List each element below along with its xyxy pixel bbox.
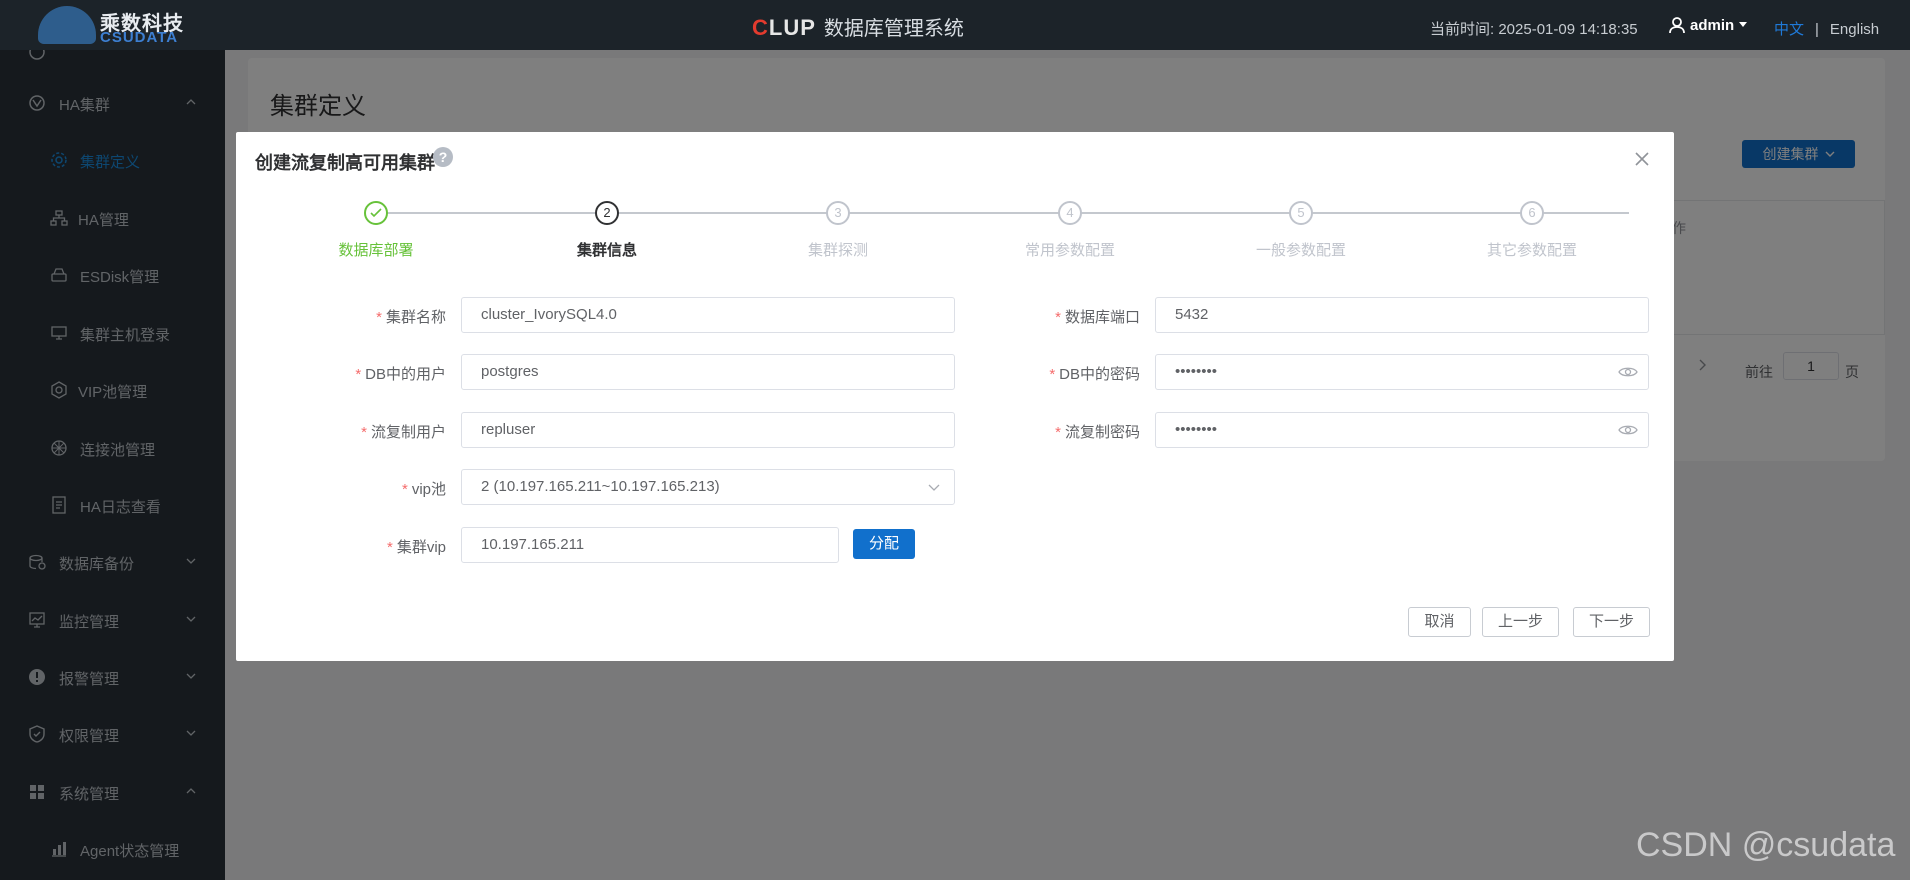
db-user-input[interactable]: postgres: [461, 354, 955, 390]
next-step-button[interactable]: 下一步: [1573, 607, 1650, 637]
watermark: CSDN @csudata: [1636, 826, 1896, 864]
step-5-label: 一般参数配置: [1255, 242, 1346, 259]
db-password-label: * DB中的密码: [1049, 366, 1140, 383]
vip-pool-value: 2 (10.197.165.211~10.197.165.213): [481, 478, 720, 495]
db-password-input[interactable]: ••••••••: [1155, 354, 1649, 390]
lang-cn[interactable]: 中文: [1774, 21, 1804, 38]
repl-user-label: * 流复制用户: [361, 424, 446, 441]
cluster-name-label: * 集群名称: [376, 309, 446, 326]
step-2-label: 集群信息: [576, 242, 637, 259]
cluster-vip-label: * 集群vip: [386, 539, 446, 556]
repl-password-value: ••••••••: [1175, 421, 1218, 438]
current-time: 当前时间: 2025-01-09 14:18:35: [1430, 21, 1638, 38]
elephant-logo-icon: [38, 6, 96, 44]
db-password-value: ••••••••: [1175, 363, 1218, 380]
db-port-input[interactable]: 5432: [1155, 297, 1649, 333]
eye-icon[interactable]: [1618, 423, 1638, 437]
step-1-check-icon: [364, 201, 388, 225]
step-5-circle: 5: [1289, 201, 1313, 225]
brand-logo: CLUP: [752, 15, 816, 40]
step-connector: [1302, 212, 1629, 214]
db-port-label: * 数据库端口: [1055, 309, 1140, 326]
cluster-vip-input[interactable]: 10.197.165.211: [461, 527, 839, 563]
app-title-text: 数据库管理系统: [823, 18, 964, 40]
user-menu[interactable]: admin: [1668, 16, 1748, 34]
repl-password-label: * 流复制密码: [1055, 424, 1140, 441]
step-3-circle: 3: [826, 201, 850, 225]
logo: 乘数科技 CSUDATA: [38, 4, 198, 46]
repl-password-input[interactable]: ••••••••: [1155, 412, 1649, 448]
step-3-label: 集群探测: [807, 242, 868, 259]
eye-icon[interactable]: [1618, 365, 1638, 379]
repl-user-input[interactable]: repluser: [461, 412, 955, 448]
logo-text-en: CSUDATA: [100, 29, 179, 46]
allocate-button[interactable]: 分配: [853, 529, 915, 559]
create-cluster-dialog: 创建流复制高可用集群 ? 2 3 4 5 6 数据库部署 集群信息 集群探测 常…: [236, 132, 1674, 661]
username: admin: [1690, 16, 1735, 34]
step-2-circle: 2: [595, 201, 619, 225]
caret-down-icon: [1739, 22, 1748, 27]
step-4-label: 常用参数配置: [1024, 242, 1115, 259]
prev-step-button[interactable]: 上一步: [1482, 607, 1559, 637]
user-icon: [1669, 17, 1685, 34]
chevron-down-icon: [928, 484, 940, 491]
app-title: CLUP 数据库管理系统: [752, 12, 964, 41]
steps-bar: 2 3 4 5 6 数据库部署 集群信息 集群探测 常用参数配置 一般参数配置 …: [236, 132, 1674, 259]
db-user-label: * DB中的用户: [355, 366, 446, 383]
top-bar: 乘数科技 CSUDATA CLUP 数据库管理系统 当前时间: 2025-01-0…: [0, 0, 1910, 50]
cluster-name-input[interactable]: cluster_IvorySQL4.0: [461, 297, 955, 333]
vip-pool-select[interactable]: 2 (10.197.165.211~10.197.165.213): [461, 469, 955, 505]
language-switch: 中文 | English: [1774, 21, 1880, 38]
step-6-circle: 6: [1520, 201, 1544, 225]
step-6-label: 其它参数配置: [1486, 242, 1577, 259]
step-4-circle: 4: [1058, 201, 1082, 225]
lang-en[interactable]: English: [1830, 21, 1879, 38]
vip-pool-label: * vip池: [401, 481, 446, 498]
step-1-label: 数据库部署: [338, 242, 414, 259]
cancel-button[interactable]: 取消: [1408, 607, 1471, 637]
